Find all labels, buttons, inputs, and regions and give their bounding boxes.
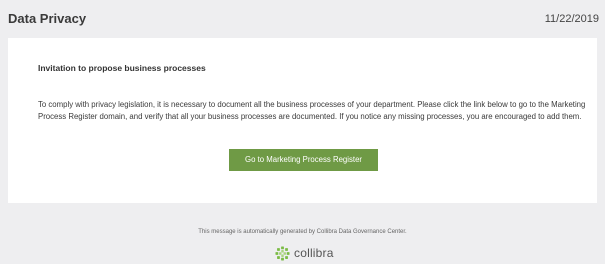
collibra-logo-icon [275, 245, 290, 261]
message-card: Invitation to propose business processes… [8, 38, 597, 203]
page-title: Data Privacy [8, 11, 87, 26]
message-body: To comply with privacy legislation, it i… [38, 100, 586, 121]
page-header: Data Privacy 11/22/2019 [0, 0, 605, 38]
collibra-logo-text: collibra [294, 246, 334, 260]
message-heading: Invitation to propose business processes [38, 63, 206, 73]
message-date: 11/22/2019 [544, 13, 599, 25]
footer-note: This message is automatically generated … [198, 229, 407, 235]
collibra-logo: collibra [275, 245, 334, 261]
go-to-marketing-process-register-button[interactable]: Go to Marketing Process Register [229, 149, 378, 171]
